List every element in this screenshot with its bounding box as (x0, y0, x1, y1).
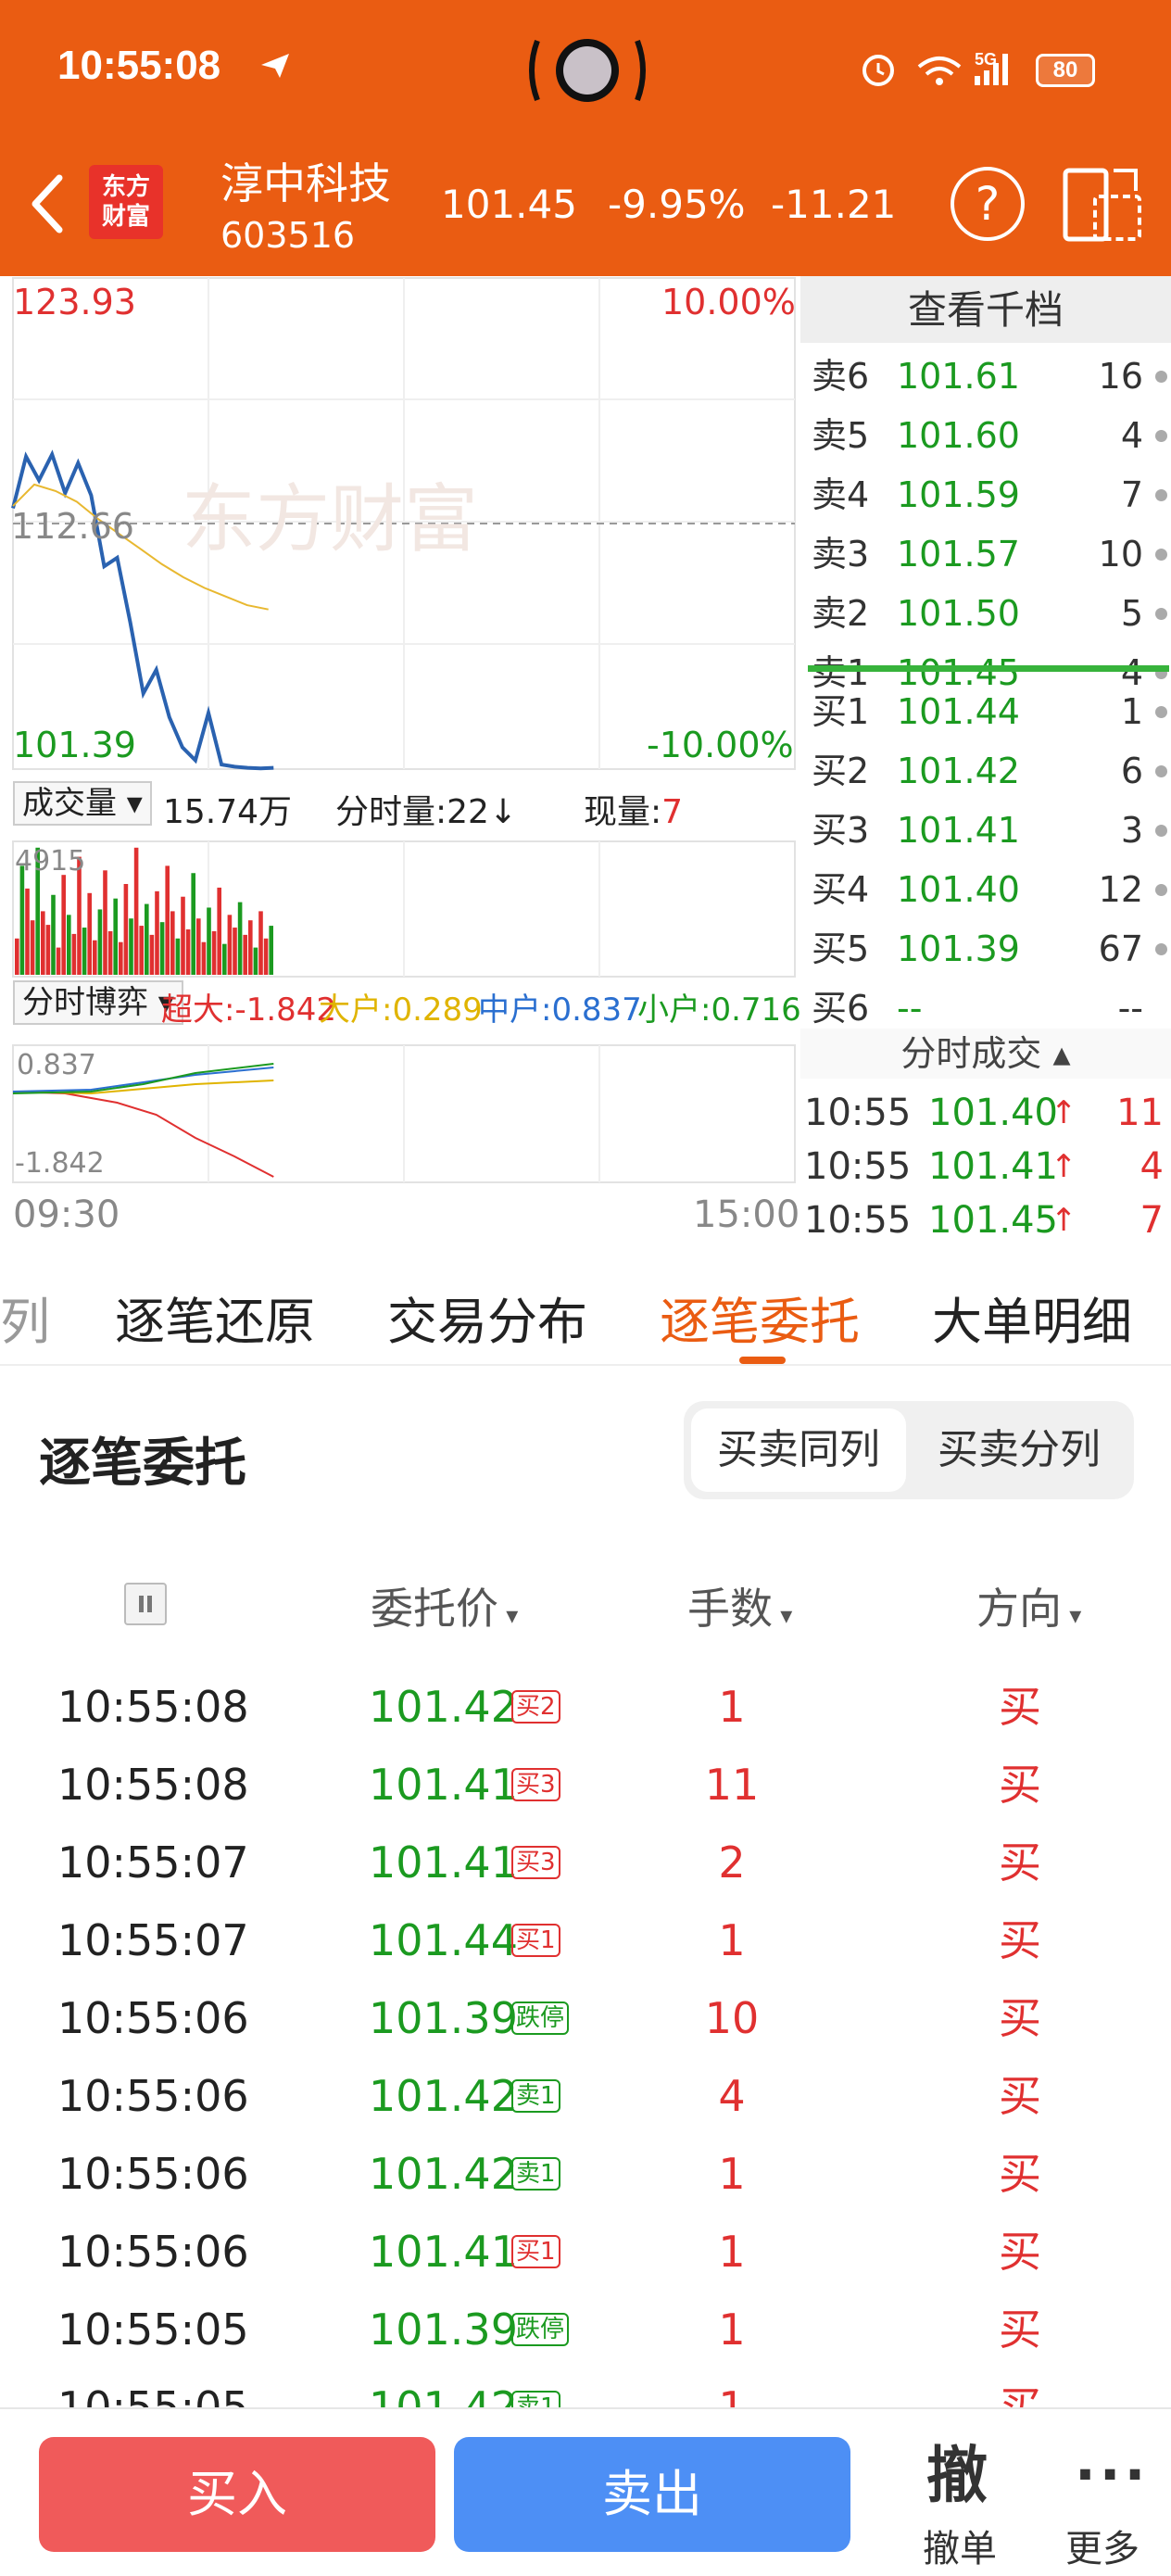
order-qty: 1 (718, 1682, 746, 1732)
order-direction: 买 (999, 1682, 1041, 1732)
order-time: 10:55:06 (57, 2149, 249, 2199)
order-time: 10:55:07 (57, 1915, 249, 1965)
order-direction: 买 (999, 1993, 1041, 2043)
order-direction: 买 (999, 1915, 1041, 1965)
order-time: 10:55:06 (57, 1993, 249, 2043)
order-level-tag: 跌停 (511, 2313, 570, 2346)
order-qty: 10 (704, 1993, 760, 2043)
order-level-tag: 买3 (511, 1768, 560, 1801)
order-price: 101.42 (369, 1682, 518, 1732)
order-price: 101.41 (369, 1760, 518, 1810)
order-row[interactable]: 10:55:05 101.39 跌停 1 买 (0, 2291, 1171, 2368)
order-row[interactable]: 10:55:06 101.42 卖1 4 买 (0, 2057, 1171, 2135)
order-row[interactable]: 10:55:07 101.41 买3 2 买 (0, 1824, 1171, 1901)
order-time: 10:55:08 (57, 1760, 249, 1810)
order-price: 101.42 (369, 2382, 518, 2407)
bottom-toolbar: 买入 卖出 撤 撤单 ··· 更多 (0, 2407, 1171, 2576)
order-direction: 买 (999, 2305, 1041, 2355)
order-row[interactable]: 10:55:06 101.41 买1 1 买 (0, 2213, 1171, 2291)
order-time: 10:55:08 (57, 1682, 249, 1732)
order-row[interactable]: 10:55:08 101.42 买2 1 买 (0, 1668, 1171, 1746)
order-qty: 1 (718, 2149, 746, 2199)
order-level-tag: 卖1 (511, 2079, 560, 2113)
order-direction: 买 (999, 2071, 1041, 2121)
order-row[interactable]: 10:55:06 101.42 卖1 1 买 (0, 2135, 1171, 2213)
more-label[interactable]: 更多 (1065, 2519, 1140, 2572)
order-direction: 买 (999, 2149, 1041, 2199)
order-qty: 11 (704, 1760, 760, 1810)
order-direction: 买 (999, 1837, 1041, 1888)
order-time: 10:55:07 (57, 1837, 249, 1888)
order-qty: 1 (718, 2305, 746, 2355)
order-level-tag: 跌停 (511, 2001, 570, 2035)
more-icon[interactable]: ··· (1075, 2443, 1149, 2507)
order-qty: 1 (718, 1915, 746, 1965)
order-row[interactable]: 10:55:08 101.41 买3 11 买 (0, 1746, 1171, 1824)
order-direction: 买 (999, 2227, 1041, 2277)
order-row[interactable]: 10:55:07 101.44 买1 1 买 (0, 1901, 1171, 1979)
order-price: 101.42 (369, 2071, 518, 2121)
cancel-order-icon[interactable]: 撤 (926, 2426, 988, 2515)
order-qty: 1 (718, 2382, 746, 2407)
order-qty: 4 (718, 2071, 746, 2121)
order-direction: 买 (999, 2382, 1041, 2407)
sell-button[interactable]: 卖出 (454, 2437, 850, 2552)
buy-button[interactable]: 买入 (39, 2437, 435, 2552)
cancel-order-label[interactable]: 撤单 (923, 2519, 997, 2572)
order-row[interactable]: 10:55:06 101.39 跌停 10 买 (0, 1979, 1171, 2057)
order-price: 101.41 (369, 1837, 518, 1888)
order-row[interactable]: 10:55:05 101.42 卖1 1 买 (0, 2368, 1171, 2407)
order-direction: 买 (999, 1760, 1041, 1810)
order-price: 101.42 (369, 2149, 518, 2199)
order-level-tag: 买1 (511, 2235, 560, 2268)
order-time: 10:55:06 (57, 2071, 249, 2121)
order-level-tag: 卖1 (511, 2157, 560, 2191)
order-price: 101.39 (369, 2305, 518, 2355)
order-price: 101.39 (369, 1993, 518, 2043)
order-price: 101.44 (369, 1915, 518, 1965)
order-time: 10:55:05 (57, 2305, 249, 2355)
order-qty: 1 (718, 2227, 746, 2277)
order-level-tag: 买2 (511, 1690, 560, 1724)
order-qty: 2 (718, 1837, 746, 1888)
order-price: 101.41 (369, 2227, 518, 2277)
order-level-tag: 卖1 (511, 2391, 560, 2407)
order-level-tag: 买3 (511, 1846, 560, 1879)
order-level-tag: 买1 (511, 1924, 560, 1957)
order-time: 10:55:06 (57, 2227, 249, 2277)
order-time: 10:55:05 (57, 2382, 249, 2407)
